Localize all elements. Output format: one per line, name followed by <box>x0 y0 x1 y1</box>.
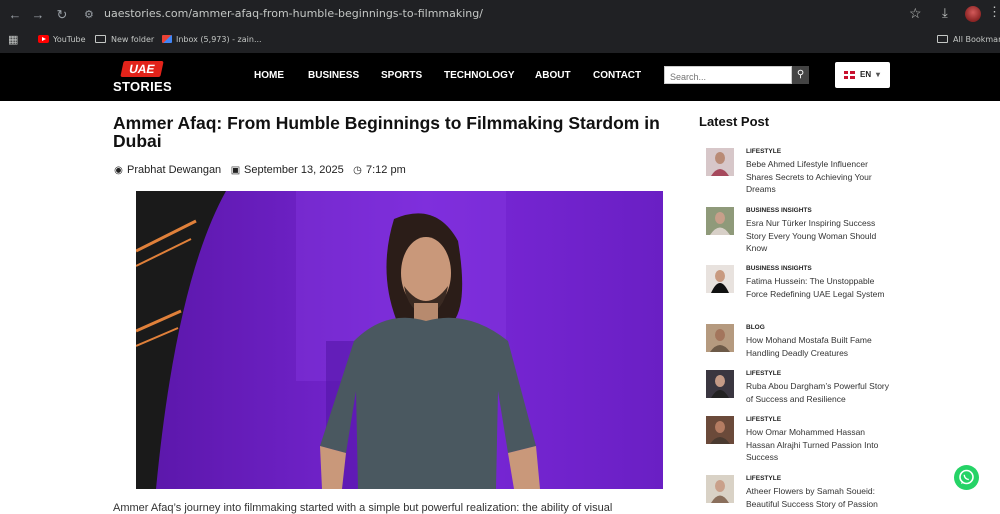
url-text[interactable]: uaestories.com/ammer-afaq-from-humble-be… <box>104 7 483 20</box>
post-title[interactable]: Bebe Ahmed Lifestyle Influencer Shares S… <box>746 158 894 196</box>
post-thumbnail[interactable] <box>706 370 734 398</box>
search-icon: ⚲ <box>796 69 805 80</box>
bookmark-label: All Bookmarks <box>953 35 1000 44</box>
site-logo[interactable]: UAE STORIES <box>113 59 173 95</box>
logo-text: STORIES <box>113 79 172 94</box>
search-button[interactable]: ⚲ <box>792 66 809 84</box>
post-category[interactable]: BLOG <box>746 324 765 331</box>
post-thumbnail[interactable] <box>706 265 734 293</box>
post-title[interactable]: Esra Nur Türker Inspiring Success Story … <box>746 217 894 255</box>
post-title[interactable]: Ruba Abou Dargham’s Powerful Story of Su… <box>746 380 894 405</box>
bookmark-youtube[interactable]: YouTube <box>38 33 86 47</box>
bookmark-star-icon[interactable]: ☆ <box>909 5 922 22</box>
whatsapp-icon <box>959 469 974 485</box>
article-title: Ammer Afaq: From Humble Beginnings to Fi… <box>113 113 660 151</box>
post-category[interactable]: LIFESTYLE <box>746 148 781 155</box>
post-title[interactable]: How Mohand Mostafa Built Fame Handling D… <box>746 334 894 359</box>
post-category[interactable]: BUSINESS INSIGHTS <box>746 207 812 214</box>
profile-avatar[interactable] <box>965 6 981 22</box>
nav-business[interactable]: BUSINESS <box>308 70 359 81</box>
post-title[interactable]: Atheer Flowers by Samah Soueid: Beautifu… <box>746 485 894 510</box>
calendar-icon: ▣ <box>230 165 241 176</box>
post-thumbnail[interactable] <box>706 148 734 176</box>
article-time: ◷ 7:12 pm <box>352 164 406 176</box>
search-field[interactable] <box>664 66 792 85</box>
post-title[interactable]: Fatima Hussein: The Unstoppable Force Re… <box>746 275 894 300</box>
logo-badge: UAE <box>120 61 164 77</box>
address-bar-row: ← → ↻ ⚙ uaestories.com/ammer-afaq-from-h… <box>0 0 1000 30</box>
back-arrow-icon[interactable]: ← <box>6 6 24 24</box>
browser-menu-icon[interactable]: ⋮ <box>988 4 1000 20</box>
post-category[interactable]: LIFESTYLE <box>746 416 781 423</box>
post-thumbnail[interactable] <box>706 475 734 503</box>
author-name: Prabhat Dewangan <box>127 164 222 176</box>
bookmark-label: New folder <box>111 35 155 44</box>
forward-arrow-icon[interactable]: → <box>29 6 47 24</box>
hero-photo <box>136 191 663 489</box>
time-text: 7:12 pm <box>366 164 406 176</box>
article-body-text: Ammer Afaq’s journey into filmmaking sta… <box>113 502 613 514</box>
reload-icon[interactable]: ↻ <box>53 6 71 24</box>
post-thumbnail[interactable] <box>706 207 734 235</box>
gmail-icon <box>162 35 172 43</box>
whatsapp-chat-button[interactable] <box>954 465 979 490</box>
post-category[interactable]: BUSINESS INSIGHTS <box>746 265 812 272</box>
post-category[interactable]: LIFESTYLE <box>746 475 781 482</box>
nav-technology[interactable]: TECHNOLOGY <box>444 70 515 81</box>
post-title[interactable]: How Omar Mohammed Hassan Hassan Alrajhi … <box>746 426 894 464</box>
apps-grid-icon[interactable]: ▦ <box>8 33 18 46</box>
youtube-icon <box>38 35 49 43</box>
bookmarks-bar: ▦ YouTube New folder Inbox (5,973) - zai… <box>0 30 1000 50</box>
nav-home[interactable]: HOME <box>254 70 284 81</box>
search-input[interactable] <box>665 69 791 85</box>
user-icon: ◉ <box>114 165 123 176</box>
site-header: UAE STORIES HOME BUSINESS SPORTS TECHNOL… <box>0 53 1000 101</box>
folder-icon <box>937 35 948 43</box>
post-category[interactable]: LIFESTYLE <box>746 370 781 377</box>
bookmark-new-folder[interactable]: New folder <box>95 33 154 47</box>
language-label: EN <box>860 70 872 79</box>
latest-post-heading: Latest Post <box>699 114 770 129</box>
article-hero-image <box>136 191 663 489</box>
language-switcher[interactable]: EN ▾ <box>835 62 890 88</box>
chevron-down-icon: ▾ <box>876 70 881 79</box>
bookmark-inbox[interactable]: Inbox (5,973) - zain... <box>162 33 262 47</box>
folder-icon <box>95 35 106 43</box>
uk-flag-icon <box>844 71 855 79</box>
nav-contact[interactable]: CONTACT <box>593 70 641 81</box>
article-author[interactable]: ◉ Prabhat Dewangan <box>113 164 221 176</box>
download-icon[interactable]: ⤓ <box>942 5 948 21</box>
article-date: ▣ September 13, 2025 <box>230 164 344 176</box>
site-info-icon[interactable]: ⚙ <box>84 8 98 22</box>
bookmark-label: Inbox (5,973) - zain... <box>176 35 262 44</box>
post-thumbnail[interactable] <box>706 416 734 444</box>
date-text: September 13, 2025 <box>244 164 344 176</box>
post-thumbnail[interactable] <box>706 324 734 352</box>
address-bar[interactable]: ⚙ uaestories.com/ammer-afaq-from-humble-… <box>80 4 960 26</box>
bookmark-label: YouTube <box>53 35 86 44</box>
browser-chrome: ← → ↻ ⚙ uaestories.com/ammer-afaq-from-h… <box>0 0 1000 53</box>
nav-sports[interactable]: SPORTS <box>381 70 422 81</box>
clock-icon: ◷ <box>353 165 362 176</box>
all-bookmarks[interactable]: All Bookmarks <box>937 33 1000 47</box>
nav-about[interactable]: ABOUT <box>535 70 571 81</box>
